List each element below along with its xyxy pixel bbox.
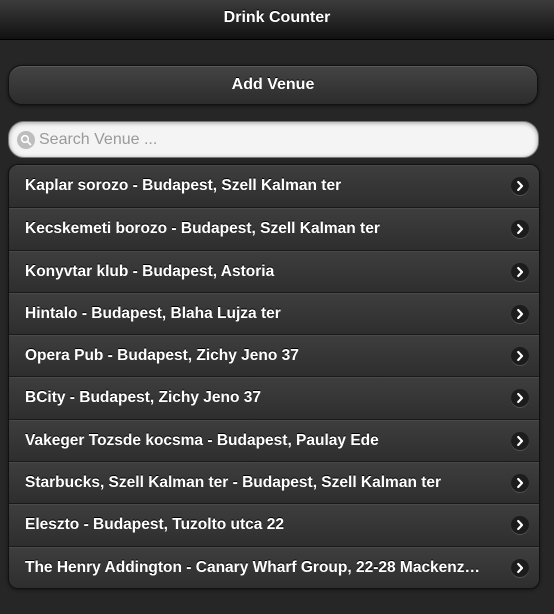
venue-label: BCity - Budapest, Zichy Jeno 37	[25, 389, 261, 407]
venue-label: The Henry Addington - Canary Wharf Group…	[25, 558, 481, 576]
venue-label: Vakeger Tozsde kocsma - Budapest, Paulay…	[25, 431, 379, 449]
list-item[interactable]: Opera Pub - Budapest, Zichy Jeno 37	[9, 334, 539, 377]
chevron-right-icon	[511, 474, 529, 493]
add-venue-button[interactable]: Add Venue	[8, 65, 538, 105]
venue-label: Konyvtar klub - Budapest, Astoria	[25, 262, 275, 280]
list-item[interactable]: Hintalo - Budapest, Blaha Lujza ter	[9, 291, 539, 335]
list-item[interactable]: Vakeger Tozsde kocsma - Budapest, Paulay…	[9, 418, 539, 462]
venue-label: Starbucks, Szell Kalman ter - Budapest, …	[25, 474, 442, 492]
list-item[interactable]: Starbucks, Szell Kalman ter - Budapest, …	[9, 461, 539, 504]
search-box	[8, 121, 539, 158]
search-input[interactable]	[39, 122, 529, 157]
chevron-right-icon	[511, 431, 529, 450]
chevron-right-icon	[511, 558, 529, 577]
venue-list: Kaplar sorozo - Budapest, Szell Kalman t…	[8, 164, 540, 589]
chevron-right-icon	[511, 304, 529, 323]
venue-label: Kecskemeti borozo - Budapest, Szell Kalm…	[25, 220, 380, 238]
main-content: Add Venue Kaplar sorozo - Budapest, Szel…	[0, 40, 554, 614]
venue-label: Hintalo - Budapest, Blaha Lujza ter	[25, 304, 281, 322]
list-item[interactable]: Kaplar sorozo - Budapest, Szell Kalman t…	[9, 165, 539, 208]
page-title: Drink Counter	[223, 9, 331, 26]
list-item[interactable]: Kecskemeti borozo - Budapest, Szell Kalm…	[9, 207, 539, 250]
chevron-right-icon	[511, 389, 529, 408]
chevron-right-icon	[511, 516, 529, 535]
chevron-right-icon	[511, 220, 529, 239]
app-header: Drink Counter	[0, 0, 554, 40]
chevron-right-icon	[511, 262, 529, 281]
list-item[interactable]: Eleszto - Budapest, Tuzolto utca 22	[9, 503, 539, 546]
chevron-right-icon	[511, 177, 529, 195]
chevron-right-icon	[511, 347, 529, 366]
venue-label: Kaplar sorozo - Budapest, Szell Kalman t…	[25, 177, 342, 194]
search-icon	[17, 131, 35, 149]
venue-label: Opera Pub - Budapest, Zichy Jeno 37	[25, 347, 299, 365]
list-item[interactable]: BCity - Budapest, Zichy Jeno 37	[9, 376, 539, 419]
venue-label: Eleszto - Budapest, Tuzolto utca 22	[25, 516, 284, 534]
add-venue-button-label: Add Venue	[231, 76, 315, 93]
list-item[interactable]: The Henry Addington - Canary Wharf Group…	[9, 545, 539, 588]
list-item[interactable]: Konyvtar klub - Budapest, Astoria	[9, 249, 539, 292]
